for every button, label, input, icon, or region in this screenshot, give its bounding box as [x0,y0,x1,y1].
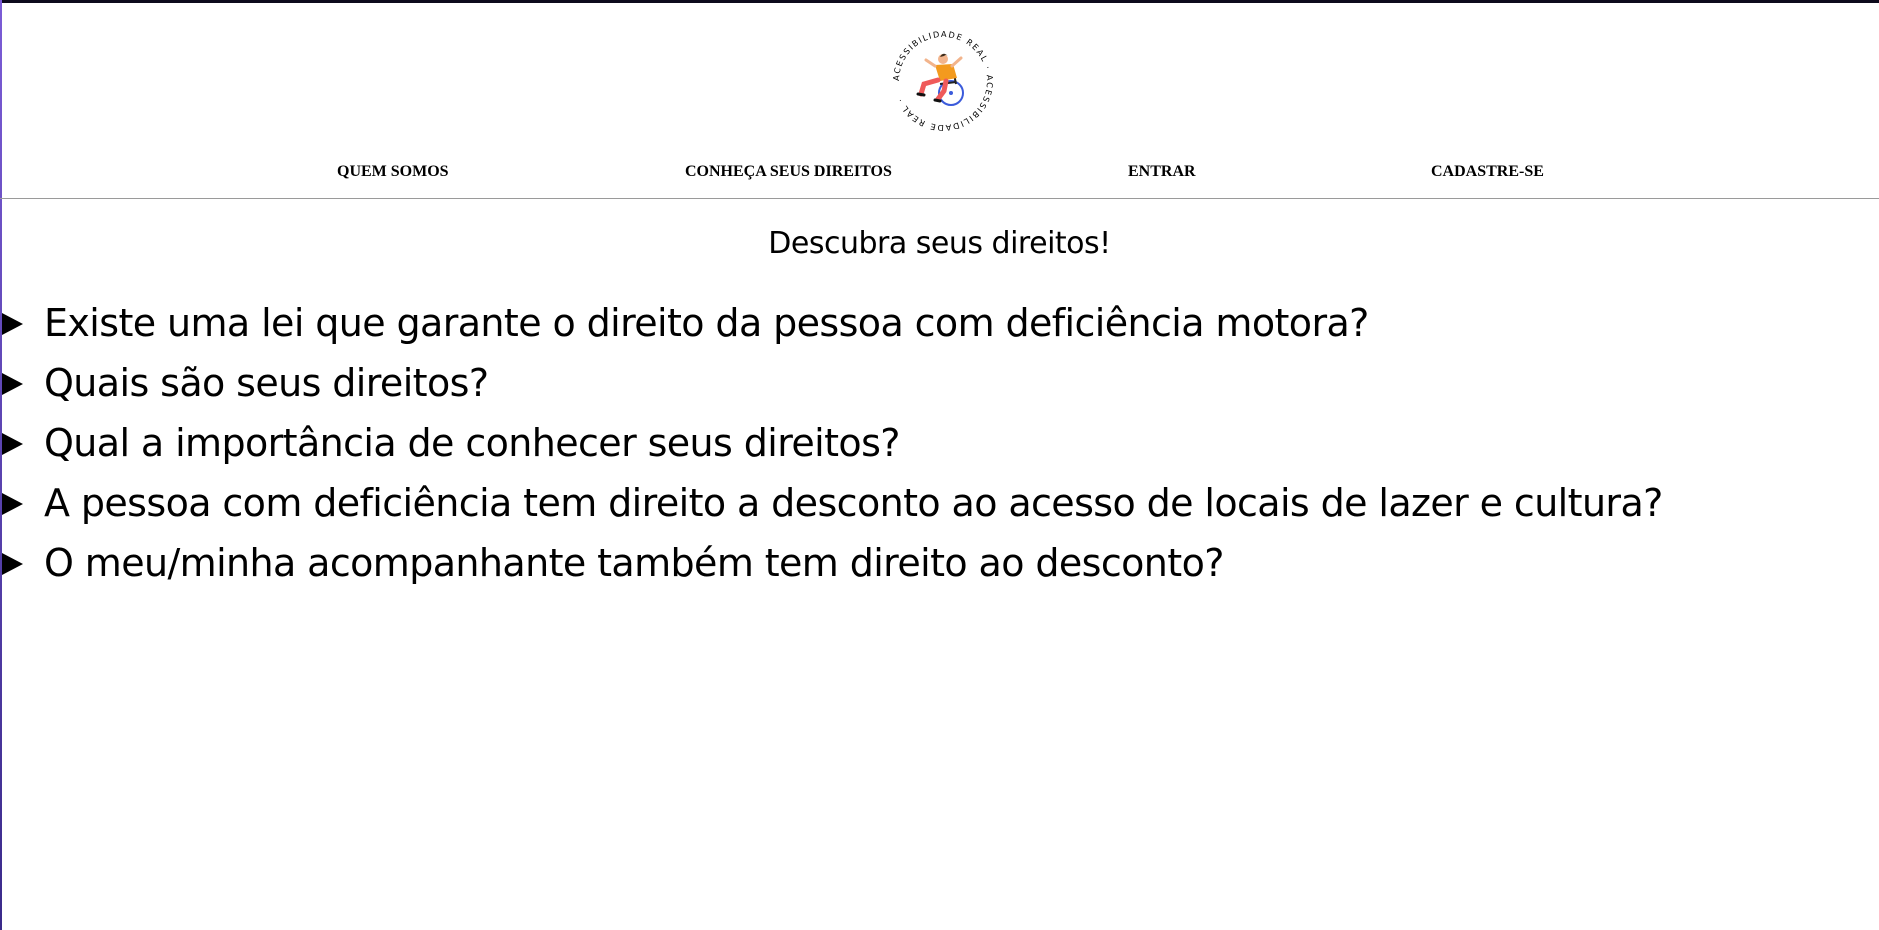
logo-graphic: ACESSIBILIDADE REAL · ACESSIBILIDADE REA… [891,29,995,133]
nav-entrar[interactable]: ENTRAR [1128,163,1196,181]
faq-item[interactable]: Quais são seus direitos? [0,358,1879,418]
faq-item[interactable]: Qual a importância de conhecer seus dire… [0,418,1879,478]
faq-question: Existe uma lei que garante o direito da … [44,301,1369,345]
triangle-right-icon [2,373,23,395]
triangle-right-icon [2,313,23,335]
page-title: Descubra seus direitos! [768,226,1111,261]
faq-question: A pessoa com deficiência tem direito a d… [44,481,1663,525]
faq-item[interactable]: A pessoa com deficiência tem direito a d… [0,478,1879,538]
main-nav: QUEM SOMOS CONHEÇA SEUS DIREITOS ENTRAR … [0,163,1879,183]
faq-question: Quais são seus direitos? [44,361,489,405]
triangle-right-icon [2,553,23,575]
nav-cadastre-se[interactable]: CADASTRE-SE [1431,163,1544,181]
header-divider [0,198,1879,199]
faq-question: Qual a importância de conhecer seus dire… [44,421,900,465]
faq-list: Existe uma lei que garante o direito da … [0,298,1879,598]
nav-conheca-seus-direitos[interactable]: CONHEÇA SEUS DIREITOS [685,163,892,181]
wheelchair-user-logo[interactable]: ACESSIBILIDADE REAL · ACESSIBILIDADE REA… [888,26,998,136]
person-pants [918,77,941,97]
logo-ring-text: ACESSIBILIDADE REAL · ACESSIBILIDADE REA… [891,29,995,133]
triangle-right-icon [2,433,23,455]
faq-question: O meu/minha acompanhante também tem dire… [44,541,1224,585]
triangle-right-icon [2,493,23,515]
nav-quem-somos[interactable]: QUEM SOMOS [337,163,449,181]
faq-item[interactable]: O meu/minha acompanhante também tem dire… [0,538,1879,598]
window-top-border [0,0,1879,3]
faq-item[interactable]: Existe uma lei que garante o direito da … [0,298,1879,358]
